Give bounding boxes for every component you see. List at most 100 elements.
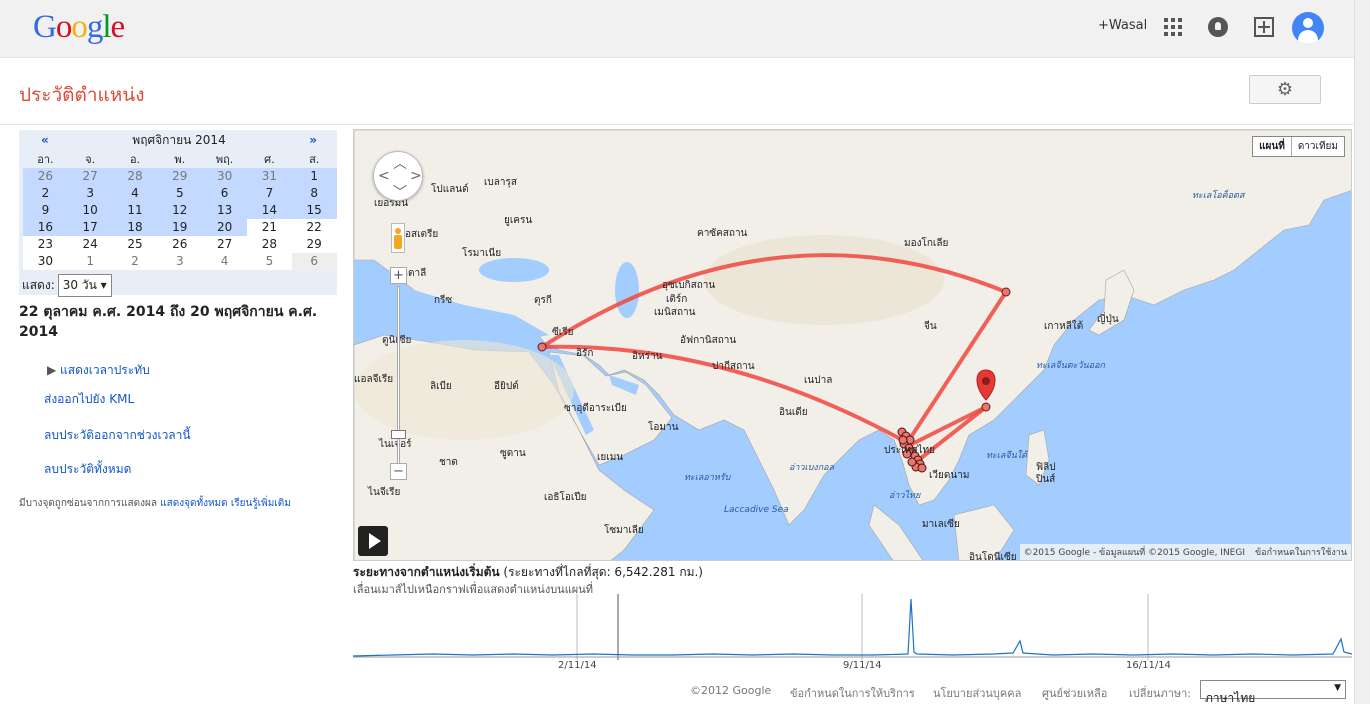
calendar-day[interactable]: 18 bbox=[112, 219, 158, 236]
map-sea-label: Laccadive Sea bbox=[724, 505, 789, 515]
distance-chart[interactable]: 2/11/14 9/11/14 16/11/14 bbox=[353, 594, 1352, 676]
calendar-day[interactable]: 30 bbox=[23, 253, 68, 270]
notifications-icon[interactable] bbox=[1208, 17, 1228, 37]
show-timestamps-link[interactable]: ▶ แสดงเวลาประทับ bbox=[47, 361, 150, 380]
map[interactable]: โปแลนด์ เบลารุส ยูเครน เยอรมนี ออสเตรีย โรมาเ… bbox=[353, 129, 1352, 561]
gear-icon: ⚙ bbox=[1276, 79, 1294, 100]
calendar-day[interactable]: 11 bbox=[112, 202, 158, 219]
calendar-day[interactable]: 1 bbox=[67, 253, 113, 270]
calendar-day[interactable]: 3 bbox=[157, 253, 203, 270]
calendar-day[interactable]: 24 bbox=[67, 236, 113, 253]
map-label: อียิปต์ bbox=[494, 381, 519, 392]
calendar-day[interactable]: 9 bbox=[23, 202, 68, 219]
calendar-day[interactable]: 5 bbox=[157, 185, 203, 202]
calendar-day[interactable]: 10 bbox=[67, 202, 113, 219]
pan-right-icon[interactable]: > bbox=[410, 168, 422, 184]
caspian-sea bbox=[615, 262, 639, 318]
language-select[interactable]: ภาษาไทย bbox=[1200, 680, 1346, 705]
calendar-day[interactable]: 16 bbox=[23, 219, 68, 236]
calendar-day[interactable]: 1 bbox=[291, 168, 337, 185]
pegman-icon[interactable] bbox=[391, 223, 405, 253]
zoom-slider-track[interactable] bbox=[397, 286, 400, 466]
calendar-day[interactable]: 19 bbox=[157, 219, 203, 236]
calendar-day[interactable]: 6 bbox=[202, 185, 247, 202]
calendar-day[interactable]: 29 bbox=[291, 236, 337, 253]
map-label: เวียดนาม bbox=[929, 470, 970, 481]
calendar-day[interactable]: 28 bbox=[246, 236, 292, 253]
google-logo[interactable]: Google bbox=[33, 9, 125, 46]
map-label: ตุรกี bbox=[534, 295, 552, 306]
calendar-day[interactable]: 26 bbox=[157, 236, 203, 253]
calendar-day[interactable]: 14 bbox=[246, 202, 292, 219]
footer-privacy-link[interactable]: นโยบายส่วนบุคคล bbox=[933, 684, 1021, 702]
calendar-day[interactable]: 5 bbox=[246, 253, 292, 270]
plus-user-link[interactable]: +Wasal bbox=[1098, 18, 1147, 33]
map-label: ซีเรีย bbox=[552, 327, 574, 338]
page-scrollbar[interactable] bbox=[1354, 0, 1370, 704]
calendar-day[interactable]: 4 bbox=[112, 185, 158, 202]
calendar-day[interactable]: 29 bbox=[157, 168, 203, 185]
map-sea-label: ทะเลจีนตะวันออก bbox=[1036, 361, 1105, 371]
learn-more-link[interactable]: เรียนรู้เพิ่มเติม bbox=[231, 498, 291, 509]
footer-help-link[interactable]: ศูนย์ช่วยเหลือ bbox=[1042, 684, 1107, 702]
play-button[interactable] bbox=[358, 526, 388, 556]
pan-control[interactable]: ︿ ﹀ < > bbox=[373, 151, 423, 201]
delete-all-link[interactable]: ลบประวัติทั้งหมด bbox=[44, 460, 131, 479]
calendar-day[interactable]: 23 bbox=[23, 236, 68, 253]
calendar-day[interactable]: 13 bbox=[202, 202, 247, 219]
map-label: มาเลเซีย bbox=[922, 519, 960, 530]
show-all-points-link[interactable]: แสดงจุดทั้งหมด bbox=[160, 498, 227, 509]
pan-left-icon[interactable]: < bbox=[378, 168, 390, 184]
map-type-map-button[interactable]: แผนที่ bbox=[1253, 137, 1291, 156]
settings-button[interactable]: ⚙ bbox=[1249, 75, 1321, 104]
calendar-day[interactable]: 20 bbox=[202, 219, 247, 236]
footer-terms-link[interactable]: ข้อกำหนดในการให้บริการ bbox=[790, 684, 915, 702]
calendar-day[interactable]: 3 bbox=[67, 185, 113, 202]
zoom-in-button[interactable]: + bbox=[390, 267, 407, 284]
distance-series-line bbox=[353, 598, 1352, 657]
land-sumatra bbox=[868, 504, 924, 560]
calendar-day[interactable]: 12 bbox=[157, 202, 203, 219]
range-dropdown[interactable]: 30 วัน ▾ bbox=[57, 274, 112, 297]
calendar-day[interactable]: 25 bbox=[112, 236, 158, 253]
calendar-day[interactable]: 28 bbox=[112, 168, 158, 185]
avatar[interactable] bbox=[1292, 12, 1324, 44]
calendar-day[interactable]: 2 bbox=[112, 253, 158, 270]
calendar-day[interactable]: 27 bbox=[202, 236, 247, 253]
map-label: ยูเครน bbox=[504, 215, 533, 226]
middle-east-point bbox=[537, 342, 547, 352]
range-label: แสดง: bbox=[22, 278, 55, 292]
pan-down-icon[interactable]: ﹀ bbox=[393, 182, 407, 202]
map-sea-label: อ่าวเบงกอล bbox=[789, 463, 835, 473]
prev-month-button[interactable]: « bbox=[41, 133, 49, 147]
calendar-day[interactable]: 8 bbox=[291, 185, 337, 202]
calendar-day[interactable]: 6 bbox=[291, 253, 337, 270]
apps-icon[interactable] bbox=[1164, 18, 1182, 36]
calendar-day[interactable]: 2 bbox=[23, 185, 68, 202]
date-range-heading: 22 ตุลาคม ค.ศ. 2014 ถึง 20 พฤศจิกายน ค.ศ… bbox=[19, 304, 318, 340]
calendar-day[interactable]: 21 bbox=[246, 219, 292, 236]
calendar-day[interactable]: 22 bbox=[291, 219, 337, 236]
calendar-day[interactable]: 26 bbox=[23, 168, 68, 185]
map-terms-link[interactable]: ข้อกำหนดในการใช้งาน bbox=[1255, 545, 1347, 559]
zoom-slider-handle[interactable] bbox=[391, 430, 406, 439]
calendar-day[interactable]: 27 bbox=[67, 168, 113, 185]
weekday-header: จ. bbox=[85, 153, 96, 166]
calendar-day[interactable]: 17 bbox=[67, 219, 113, 236]
export-kml-link[interactable]: ส่งออกไปยัง KML bbox=[44, 390, 134, 409]
calendar-day[interactable]: 15 bbox=[291, 202, 337, 219]
calendar-day[interactable]: 31 bbox=[246, 168, 292, 185]
map-sea-label: ทะเลโอค็อตส bbox=[1192, 191, 1245, 201]
location-point bbox=[907, 457, 917, 467]
calendar-day[interactable]: 30 bbox=[202, 168, 247, 185]
zoom-out-button[interactable]: − bbox=[390, 463, 407, 480]
calendar-day[interactable]: 4 bbox=[202, 253, 247, 270]
pan-up-icon[interactable]: ︿ bbox=[393, 153, 407, 173]
calendar-day[interactable]: 7 bbox=[246, 185, 292, 202]
map-type-satellite-button[interactable]: ดาวเทียม bbox=[1290, 137, 1344, 156]
next-month-button[interactable]: » bbox=[309, 133, 317, 147]
delete-range-link[interactable]: ลบประวัติออกจากช่วงเวลานี้ bbox=[44, 426, 191, 445]
tick-label-16-11: 16/11/14 bbox=[1126, 660, 1171, 671]
hidden-points-note: มีบางจุดถูกซ่อนจากการแสดงผล แสดงจุดทั้งห… bbox=[19, 498, 291, 509]
share-icon[interactable] bbox=[1254, 17, 1274, 37]
